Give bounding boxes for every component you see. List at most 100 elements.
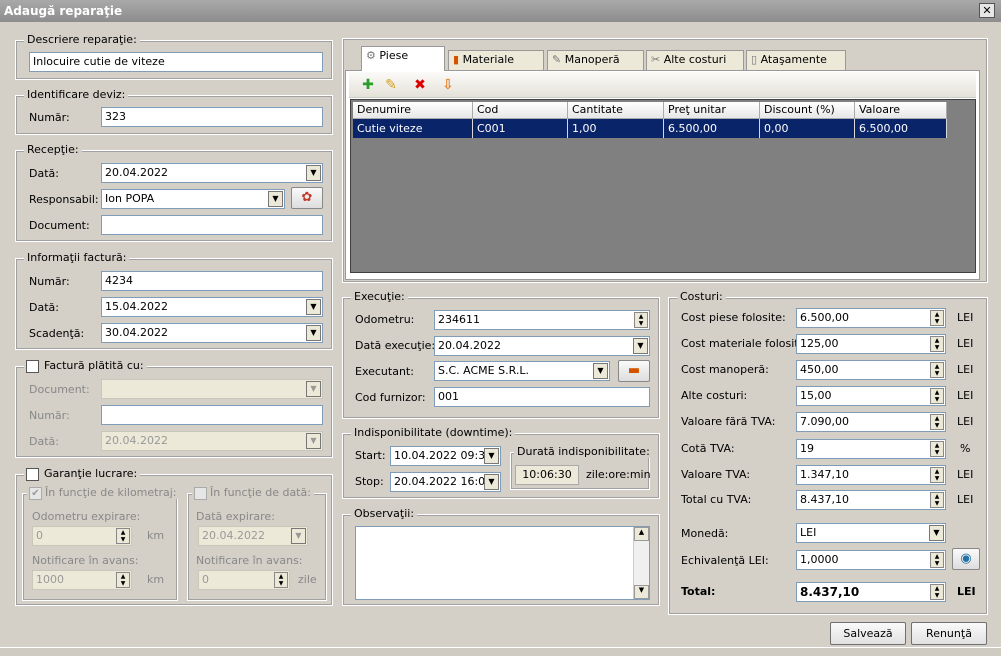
tab-piese[interactable]: ⚙ Piese <box>361 46 445 71</box>
executant-button[interactable]: ▬ <box>618 360 650 382</box>
col-header-cantitate[interactable]: Cantitate <box>568 102 664 119</box>
col-header-denumire[interactable]: Denumire <box>353 102 473 119</box>
spinner-icon[interactable]: ▲ ▼ <box>634 312 648 328</box>
cod-furnizor-input[interactable]: 001 <box>434 387 650 407</box>
cell-cantitate[interactable]: 1,00 <box>568 119 664 138</box>
factura-data-picker[interactable]: 15.04.2022 ▼ <box>101 297 323 317</box>
chevron-down-icon[interactable]: ▼ <box>306 433 321 449</box>
receptie-doc-label: Document: <box>29 219 90 232</box>
odo-expirare-spinner[interactable]: 0 ▲ ▼ <box>32 526 132 546</box>
cell-valoare[interactable]: 6.500,00 <box>855 119 947 138</box>
observatii-textarea[interactable] <box>355 526 650 600</box>
spinner-icon[interactable]: ▲ ▼ <box>930 492 944 508</box>
factura-scadenta-picker[interactable]: 30.04.2022 ▼ <box>101 323 323 343</box>
spinner-icon[interactable]: ▲ ▼ <box>930 310 944 326</box>
notif-km-spinner[interactable]: 1000 ▲ ▼ <box>32 570 132 590</box>
spinner-icon[interactable]: ▲ ▼ <box>930 467 944 483</box>
delete-icon[interactable]: ✖ <box>411 76 429 94</box>
scroll-down-icon[interactable]: ▼ <box>634 585 649 599</box>
garantie-checkbox[interactable] <box>26 468 39 481</box>
chevron-down-icon[interactable]: ▼ <box>593 363 608 379</box>
chevron-down-icon[interactable]: ▼ <box>633 338 648 354</box>
receptie-data-picker[interactable]: 20.04.2022 ▼ <box>101 163 323 183</box>
col-header-discount[interactable]: Discount (%) <box>760 102 855 119</box>
valoare-fara-tva-spinner[interactable]: 7.090,00 ▲ ▼ <box>796 412 946 432</box>
import-icon[interactable]: ⇩ <box>439 76 457 94</box>
cell-denumire[interactable]: Cutie viteze <box>353 119 473 138</box>
users-button[interactable]: ✿ <box>291 187 323 209</box>
receptie-document-input[interactable] <box>101 215 323 235</box>
edit-icon[interactable]: ✎ <box>382 76 400 94</box>
responsabil-select[interactable]: Ion POPA ▼ <box>101 189 285 209</box>
window-title: Adaugă reparaţie <box>4 4 123 18</box>
tab-atasamente[interactable]: ▯ Ataşamente <box>746 50 846 70</box>
col-header-cod[interactable]: Cod <box>473 102 568 119</box>
platita-numar-input[interactable] <box>101 405 323 425</box>
add-icon[interactable]: ✚ <box>359 76 377 94</box>
col-header-valoare[interactable]: Valoare <box>855 102 947 119</box>
spinner-icon[interactable]: ▲ ▼ <box>930 584 944 600</box>
echivalenta-spinner[interactable]: 1,0000 ▲ ▼ <box>796 550 946 570</box>
col-header-pret[interactable]: Preţ unitar <box>664 102 760 119</box>
km-checkbox[interactable]: ✔ <box>29 487 42 500</box>
alte-costuri-spinner[interactable]: 15,00 ▲ ▼ <box>796 386 946 406</box>
chevron-down-icon[interactable]: ▼ <box>306 325 321 341</box>
costuri-legend: Costuri: <box>677 290 726 303</box>
spinner-icon[interactable]: ▲ ▼ <box>930 388 944 404</box>
spinner-icon[interactable]: ▲ ▼ <box>116 572 130 588</box>
spinner-icon[interactable]: ▲ ▼ <box>930 362 944 378</box>
executant-select[interactable]: S.C. ACME S.R.L. ▼ <box>434 361 610 381</box>
spinner-icon[interactable]: ▲ ▼ <box>274 572 288 588</box>
chevron-down-icon[interactable]: ▼ <box>306 381 321 397</box>
spinner-icon[interactable]: ▲ ▼ <box>116 528 130 544</box>
close-icon[interactable]: ✕ <box>979 3 995 18</box>
scrollbar[interactable]: ▲ ▼ <box>633 527 649 599</box>
descriere-input[interactable]: Inlocuire cutie de viteze <box>29 52 323 72</box>
spinner-icon[interactable]: ▲ ▼ <box>930 552 944 568</box>
cost-materiale-spinner[interactable]: 125,00 ▲ ▼ <box>796 334 946 354</box>
exec-odometru-spinner[interactable]: 234611 ▲ ▼ <box>434 310 650 330</box>
spinner-icon[interactable]: ▲ ▼ <box>930 336 944 352</box>
durata-unit: zile:ore:min <box>586 468 651 481</box>
chevron-down-icon[interactable]: ▼ <box>929 525 944 541</box>
spinner-icon[interactable]: ▲ ▼ <box>930 441 944 457</box>
cell-discount[interactable]: 0,00 <box>760 119 855 138</box>
chevron-down-icon[interactable]: ▼ <box>291 528 306 544</box>
chevron-down-icon[interactable]: ▼ <box>306 165 321 181</box>
cost-piese-spinner[interactable]: 6.500,00 ▲ ▼ <box>796 308 946 328</box>
cost-manopera-spinner[interactable]: 450,00 ▲ ▼ <box>796 360 946 380</box>
cell-cod[interactable]: C001 <box>473 119 568 138</box>
tab-materiale[interactable]: ▮ Materiale <box>448 50 544 70</box>
cost-unit: LEI <box>957 493 974 506</box>
platita-data-picker[interactable]: 20.04.2022 ▼ <box>101 431 323 451</box>
total-spinner[interactable]: 8.437,10 ▲ ▼ <box>796 582 946 602</box>
cell-pret[interactable]: 6.500,00 <box>664 119 760 138</box>
chevron-down-icon[interactable]: ▼ <box>484 448 499 464</box>
exec-data-picker[interactable]: 20.04.2022 ▼ <box>434 336 650 356</box>
data-expirare-picker[interactable]: 20.04.2022 ▼ <box>198 526 308 546</box>
chevron-down-icon[interactable]: ▼ <box>484 474 499 490</box>
chevron-down-icon[interactable]: ▼ <box>268 191 283 207</box>
valoare-tva-spinner[interactable]: 1.347,10 ▲ ▼ <box>796 465 946 485</box>
cota-tva-spinner[interactable]: 19 ▲ ▼ <box>796 439 946 459</box>
platita-checkbox[interactable] <box>26 360 39 373</box>
total-cu-tva-spinner[interactable]: 8.437,10 ▲ ▼ <box>796 490 946 510</box>
chevron-down-icon[interactable]: ▼ <box>306 299 321 315</box>
data-checkbox[interactable] <box>194 487 207 500</box>
exchange-rate-button[interactable]: ◉ <box>952 548 980 570</box>
cost-value: 450,00 <box>800 363 839 376</box>
cancel-button[interactable]: Renunţă <box>911 622 987 645</box>
tab-alte-costuri[interactable]: ✂ Alte costuri <box>646 50 744 70</box>
save-button[interactable]: Salvează <box>830 622 906 645</box>
scroll-up-icon[interactable]: ▲ <box>634 527 649 541</box>
platita-document-select[interactable]: ▼ <box>101 379 323 399</box>
start-picker[interactable]: 10.04.2022 09:30 ▼ <box>390 446 501 466</box>
tab-manopera[interactable]: ✎ Manoperă <box>547 50 644 70</box>
notif-zile-spinner[interactable]: 0 ▲ ▼ <box>198 570 290 590</box>
deviz-numar-input[interactable]: 323 <box>101 107 323 127</box>
stop-picker[interactable]: 20.04.2022 16:00 ▼ <box>390 472 501 492</box>
data-expirare-value: 20.04.2022 <box>202 529 265 542</box>
moneda-select[interactable]: LEI ▼ <box>796 523 946 543</box>
factura-numar-input[interactable]: 4234 <box>101 271 323 291</box>
spinner-icon[interactable]: ▲ ▼ <box>930 414 944 430</box>
